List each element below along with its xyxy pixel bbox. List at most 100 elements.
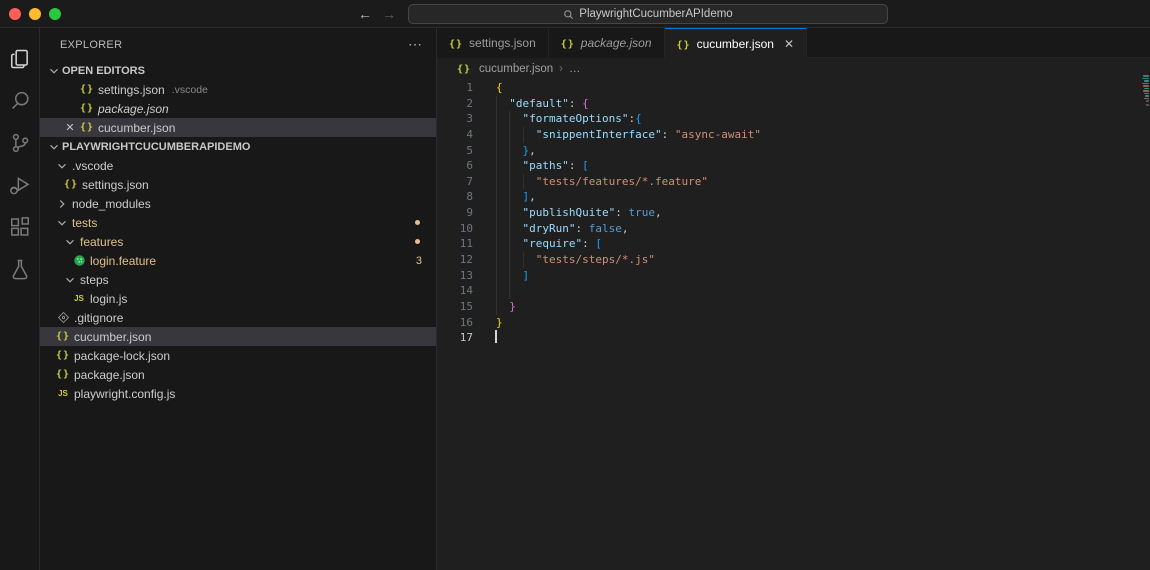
line-number: 15 (437, 299, 473, 315)
tab-package.json[interactable]: {}package.json (549, 28, 665, 58)
chevron-down-icon[interactable] (62, 235, 78, 249)
workspace-root-header[interactable]: PLAYWRIGHTCUCUMBERAPIDEMO (40, 137, 436, 156)
code-line-5[interactable]: 5 }, (437, 143, 1150, 159)
js-icon: JS (70, 294, 88, 303)
code-line-1[interactable]: 1{ (437, 80, 1150, 96)
close-icon[interactable]: ✕ (784, 37, 794, 51)
back-icon[interactable]: ← (358, 4, 372, 24)
tree-item-login.js[interactable]: JSlogin.js (40, 289, 436, 308)
code-line-16[interactable]: 16} (437, 315, 1150, 331)
tab-label: cucumber.json (697, 37, 774, 51)
file-label: cucumber.json (98, 121, 175, 135)
open-editors-header[interactable]: OPEN EDITORS (40, 61, 436, 80)
line-number: 1 (437, 80, 473, 96)
tree-item-node_modules[interactable]: node_modules (40, 194, 436, 213)
line-text: "snippentInterface": "async-await" (496, 127, 761, 143)
tree-item-login.feature[interactable]: login.feature3 (40, 251, 436, 270)
chevron-down-icon[interactable] (54, 159, 70, 173)
json-icon: {} (54, 331, 72, 342)
code-line-7[interactable]: 7 "tests/features/*.feature" (437, 174, 1150, 190)
indent-guide (496, 221, 497, 237)
indent-guide (509, 252, 510, 268)
tab-cucumber.json[interactable]: {}cucumber.json✕ (665, 28, 807, 58)
vscode-window: ← → PlaywrightCucumberAPIdemo EXPLORER ⋯… (0, 0, 1150, 570)
more-actions-icon[interactable]: ⋯ (408, 36, 422, 53)
tree-item-tests[interactable]: tests (40, 213, 436, 232)
file-label: package.json (74, 368, 145, 382)
indent-guide (509, 221, 510, 237)
code-line-13[interactable]: 13 ] (437, 268, 1150, 284)
testing-icon[interactable] (0, 248, 40, 290)
indent-guide (509, 268, 510, 284)
close-icon[interactable]: ✕ (62, 121, 78, 134)
code-line-11[interactable]: 11 "require": [ (437, 236, 1150, 252)
breadcrumb-more[interactable]: … (569, 63, 581, 75)
tree-item-.vscode[interactable]: .vscode (40, 156, 436, 175)
source-control-icon[interactable] (0, 122, 40, 164)
tree-item-steps[interactable]: steps (40, 270, 436, 289)
forward-icon[interactable]: → (382, 4, 396, 24)
close-window-button[interactable] (9, 8, 21, 20)
indent-guide (496, 174, 497, 190)
open-editor-package.json[interactable]: {}package.json (40, 99, 436, 118)
json-icon: {} (54, 369, 72, 380)
sidebar-title: EXPLORER (60, 39, 122, 51)
explorer-icon[interactable] (0, 38, 40, 80)
chevron-right-icon[interactable] (54, 197, 70, 211)
code-line-9[interactable]: 9 "publishQuite": true, (437, 205, 1150, 221)
code-line-4[interactable]: 4 "snippentInterface": "async-await" (437, 127, 1150, 143)
code-line-10[interactable]: 10 "dryRun": false, (437, 221, 1150, 237)
line-text: } (496, 315, 503, 331)
minimap-code-mark (1144, 88, 1149, 90)
code-line-15[interactable]: 15 } (437, 299, 1150, 315)
open-editor-cucumber.json[interactable]: ✕{}cucumber.json (40, 118, 436, 137)
js-icon: JS (54, 389, 72, 398)
tab-settings.json[interactable]: {}settings.json (437, 28, 549, 58)
run-debug-icon[interactable] (0, 164, 40, 206)
tree-item-features[interactable]: features (40, 232, 436, 251)
code-line-12[interactable]: 12 "tests/steps/*.js" (437, 252, 1150, 268)
modified-dot-badge (415, 220, 420, 225)
tree-item-package-lock.json[interactable]: {}package-lock.json (40, 346, 436, 365)
open-editor-settings.json[interactable]: {}settings.json.vscode (40, 80, 436, 99)
tab-bar: {}settings.json{}package.json{}cucumber.… (437, 28, 1150, 58)
line-number: 17 (437, 330, 473, 346)
search-icon (563, 9, 574, 20)
line-text (496, 330, 497, 346)
tree-item-playwright.config.js[interactable]: JSplaywright.config.js (40, 384, 436, 403)
json-icon: {} (78, 103, 96, 114)
chevron-down-icon[interactable] (62, 273, 78, 287)
line-text: } (496, 299, 516, 315)
code-line-3[interactable]: 3 "formateOptions":{ (437, 111, 1150, 127)
code-line-17[interactable]: 17 (437, 330, 1150, 346)
file-label: .gitignore (74, 311, 123, 325)
search-icon[interactable] (0, 80, 40, 122)
line-text: "formateOptions":{ (496, 111, 642, 127)
indent-guide (523, 127, 524, 143)
minimap-code-mark (1142, 78, 1149, 80)
chevron-down-icon (46, 140, 62, 154)
code-line-2[interactable]: 2 "default": { (437, 96, 1150, 112)
tree-item-.gitignore[interactable]: .gitignore (40, 308, 436, 327)
tree-item-package.json[interactable]: {}package.json (40, 365, 436, 384)
line-text: }, (496, 143, 536, 159)
zoom-window-button[interactable] (49, 8, 61, 20)
extensions-icon[interactable] (0, 206, 40, 248)
json-icon: {} (62, 179, 80, 190)
minimap[interactable] (1141, 58, 1150, 570)
code-line-14[interactable]: 14 (437, 283, 1150, 299)
code-line-6[interactable]: 6 "paths": [ (437, 158, 1150, 174)
command-center-search[interactable]: PlaywrightCucumberAPIdemo (408, 4, 888, 24)
minimize-window-button[interactable] (29, 8, 41, 20)
open-editors-label: OPEN EDITORS (62, 65, 145, 77)
minimap-code-mark (1144, 80, 1149, 82)
code-line-8[interactable]: 8 ], (437, 189, 1150, 205)
indent-guide (509, 158, 510, 174)
breadcrumb-file[interactable]: cucumber.json (479, 63, 553, 75)
indent-guide (509, 205, 510, 221)
code-editor[interactable]: 1{2 "default": {3 "formateOptions":{4 "s… (437, 80, 1150, 346)
chevron-down-icon[interactable] (54, 216, 70, 230)
tree-item-settings.json[interactable]: {}settings.json (40, 175, 436, 194)
editor-pane[interactable]: {} cucumber.json › … 1{2 "default": {3 "… (437, 58, 1150, 570)
tree-item-cucumber.json[interactable]: {}cucumber.json (40, 327, 436, 346)
